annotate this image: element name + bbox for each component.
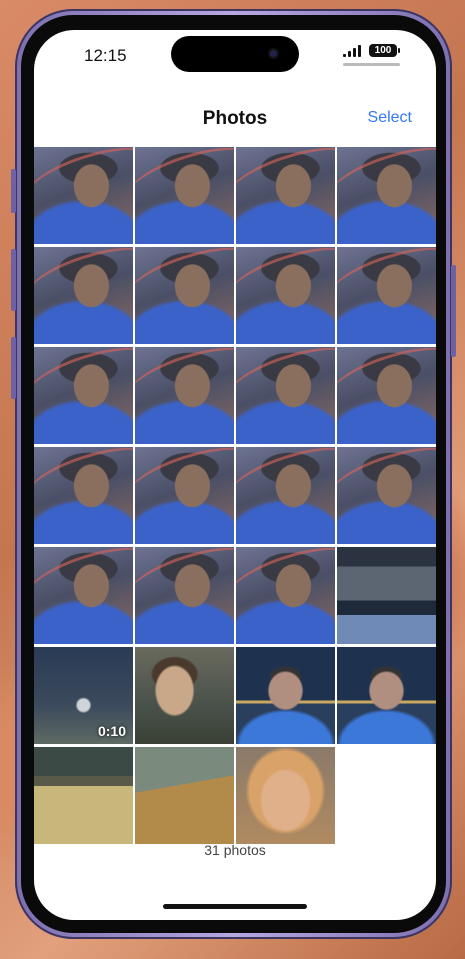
photo-thumbnail[interactable]	[236, 247, 335, 344]
screen: 12:15 100 Photos Select 0:10 31 photos	[34, 30, 436, 920]
photo-thumbnail[interactable]	[34, 747, 133, 844]
photo-grid: 0:10	[34, 147, 436, 844]
signal-icon	[343, 45, 361, 57]
status-time: 12:15	[84, 46, 127, 65]
volume-down-button	[11, 337, 16, 399]
battery-icon: 100	[369, 44, 397, 57]
photo-thumbnail[interactable]	[337, 647, 436, 744]
photo-thumbnail[interactable]	[135, 547, 234, 644]
photo-thumbnail[interactable]	[337, 347, 436, 444]
side-button	[451, 265, 456, 357]
select-button[interactable]: Select	[368, 109, 412, 127]
photo-thumbnail[interactable]	[34, 547, 133, 644]
dynamic-island	[171, 36, 299, 72]
photo-thumbnail[interactable]	[34, 247, 133, 344]
action-button	[11, 169, 16, 213]
photo-thumbnail[interactable]	[337, 247, 436, 344]
photo-thumbnail[interactable]	[236, 347, 335, 444]
photo-thumbnail[interactable]	[236, 547, 335, 644]
photo-thumbnail[interactable]	[135, 347, 234, 444]
battery-cap	[398, 48, 400, 53]
photo-count: 31 photos	[204, 842, 266, 858]
photo-thumbnail[interactable]	[236, 747, 335, 844]
photo-thumbnail[interactable]: 0:10	[34, 647, 133, 744]
photo-thumbnail[interactable]	[337, 447, 436, 544]
photo-thumbnail[interactable]	[135, 247, 234, 344]
status-indicator	[343, 63, 400, 66]
volume-up-button	[11, 249, 16, 311]
camera-icon	[268, 48, 279, 59]
photo-thumbnail[interactable]	[34, 147, 133, 244]
photo-thumbnail[interactable]	[34, 347, 133, 444]
photo-thumbnail[interactable]	[135, 447, 234, 544]
photo-thumbnail[interactable]	[337, 547, 436, 644]
photo-thumbnail[interactable]	[135, 647, 234, 744]
photo-thumbnail[interactable]	[34, 447, 133, 544]
photo-thumbnail[interactable]	[135, 747, 234, 844]
photo-thumbnail[interactable]	[236, 447, 335, 544]
photo-thumbnail[interactable]	[236, 147, 335, 244]
home-indicator[interactable]	[163, 904, 307, 909]
photo-thumbnail[interactable]	[337, 147, 436, 244]
photo-thumbnail[interactable]	[236, 647, 335, 744]
photo-thumbnail[interactable]	[135, 147, 234, 244]
video-duration: 0:10	[97, 723, 126, 739]
